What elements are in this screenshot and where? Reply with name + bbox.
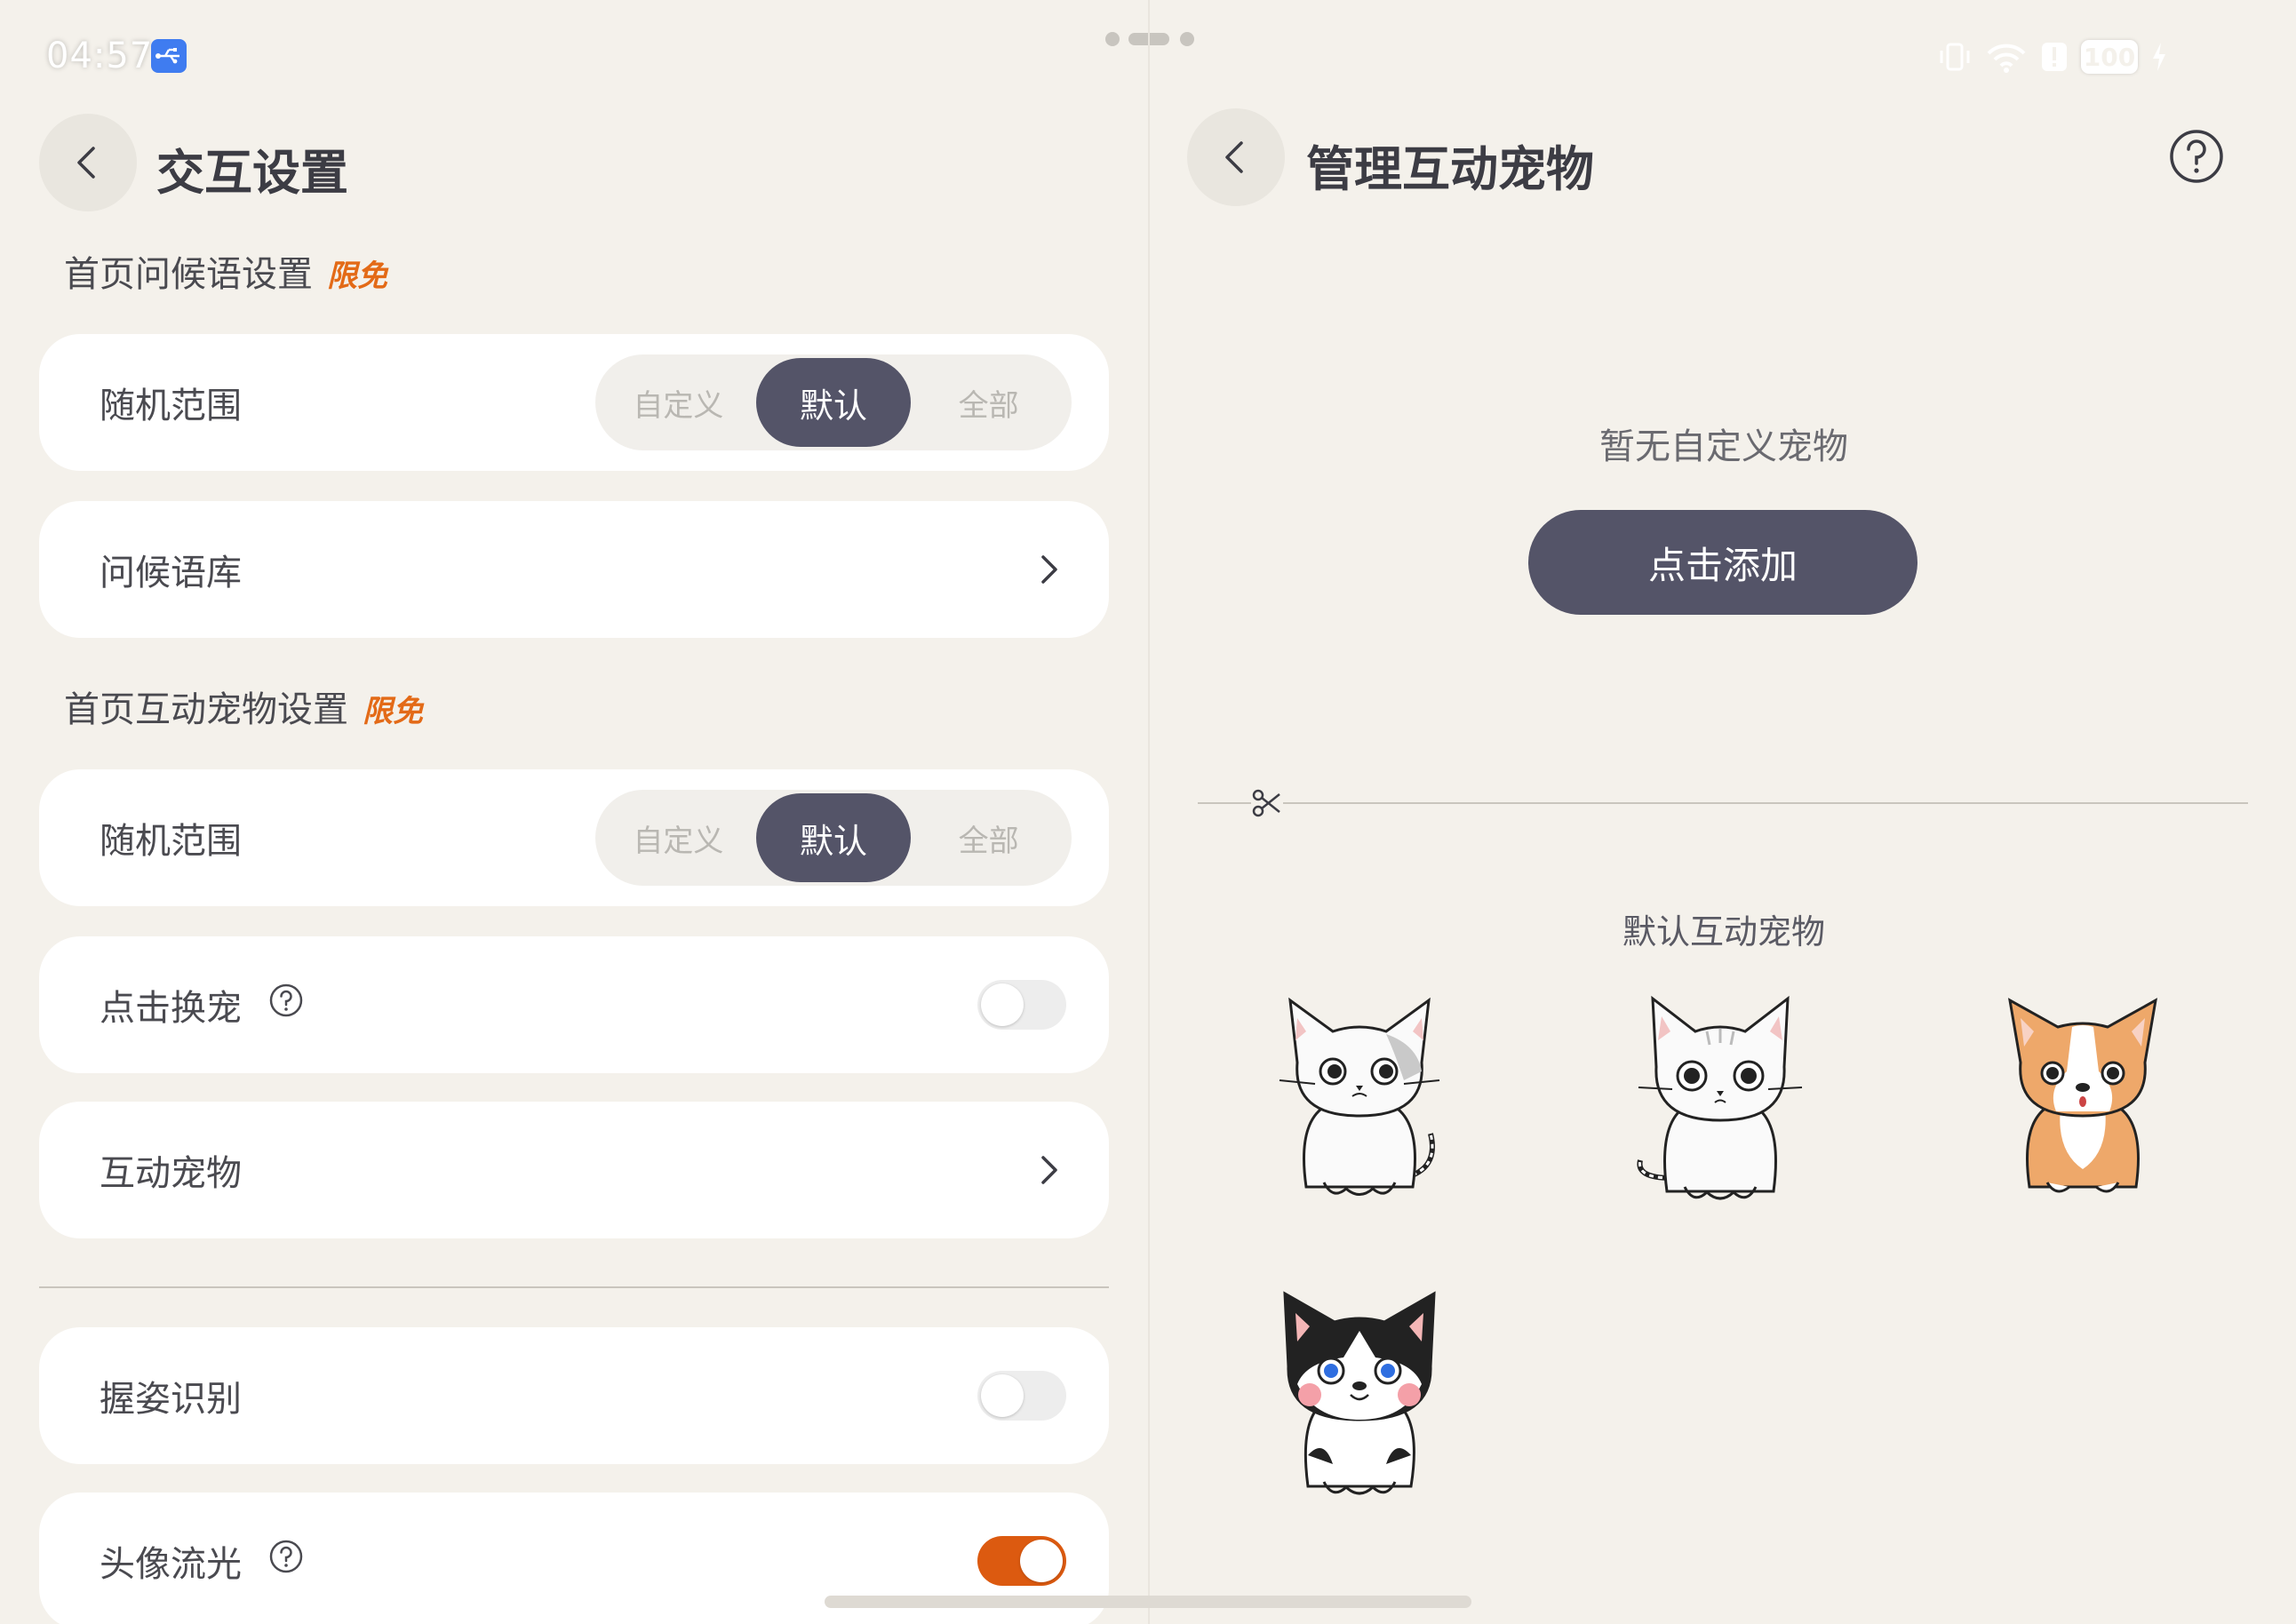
battery-indicator: 100 <box>2081 40 2138 74</box>
toggle-knob <box>981 1374 1024 1417</box>
pet-tabby-cat[interactable] <box>1271 991 1448 1222</box>
pet-section-title: 首页互动宠物设置 限免 <box>64 681 423 732</box>
white-cat-icon <box>1637 995 1803 1200</box>
husky-icon <box>1283 1291 1436 1495</box>
page-title: 管理互动宠物 <box>1306 141 1594 197</box>
greeting-library-label: 问候语库 <box>100 553 242 593</box>
empty-state-text: 暂无自定义宠物 <box>1599 426 1848 467</box>
toggle-knob <box>981 983 1024 1026</box>
charging-icon <box>2150 41 2168 73</box>
greeting-section-title: 首页问候语设置 限免 <box>64 245 387 297</box>
grip-recognition-toggle[interactable] <box>977 1371 1066 1421</box>
pet-corgi[interactable] <box>1994 991 2172 1222</box>
help-icon[interactable] <box>268 1539 304 1583</box>
multiwindow-handle[interactable] <box>1104 30 1196 48</box>
add-pet-button[interactable]: 点击添加 <box>1528 510 1917 615</box>
back-button[interactable] <box>1187 108 1285 206</box>
corgi-icon <box>2007 998 2158 1193</box>
chevron-right-icon <box>1031 552 1066 587</box>
pet-random-range-card: 随机范围 自定义 默认 全部 <box>39 769 1109 906</box>
help-icon[interactable] <box>2168 128 2225 185</box>
pet-white-cat[interactable] <box>1631 991 1809 1222</box>
greeting-range-segmented: 自定义 默认 全部 <box>595 354 1072 450</box>
avatar-glow-toggle[interactable] <box>977 1536 1066 1586</box>
grip-recognition-label: 握姿识别 <box>100 1379 242 1420</box>
home-indicator[interactable] <box>825 1596 1471 1608</box>
segment-all[interactable]: 全部 <box>911 793 1066 882</box>
chevron-right-icon <box>1031 1152 1066 1188</box>
greeting-random-range-card: 随机范围 自定义 默认 全部 <box>39 334 1109 471</box>
interactive-pets-row[interactable]: 互动宠物 <box>39 1102 1109 1238</box>
grip-recognition-row: 握姿识别 <box>39 1327 1109 1464</box>
default-pets-title: 默认互动宠物 <box>1622 912 1825 951</box>
pet-range-segmented: 自定义 默认 全部 <box>595 790 1072 886</box>
pet-husky[interactable] <box>1271 1286 1448 1517</box>
chevron-left-icon <box>1225 141 1243 173</box>
usb-icon <box>151 39 187 73</box>
status-icons: 100 <box>1937 37 2168 76</box>
segment-custom[interactable]: 自定义 <box>601 358 756 447</box>
segment-custom[interactable]: 自定义 <box>601 793 756 882</box>
tap-switch-pet-label: 点击换宠 <box>100 988 242 1029</box>
help-icon[interactable] <box>268 983 304 1027</box>
random-range-label: 随机范围 <box>100 821 242 862</box>
interactive-pets-label: 互动宠物 <box>100 1153 242 1194</box>
section-title-text: 首页互动宠物设置 <box>64 689 348 730</box>
free-tag: 限免 <box>363 694 423 729</box>
segment-default[interactable]: 默认 <box>755 358 912 447</box>
scissors-icon <box>1251 787 1283 819</box>
tap-switch-pet-label-group: 点击换宠 <box>100 979 304 1031</box>
section-title-text: 首页问候语设置 <box>64 254 313 295</box>
segment-default[interactable]: 默认 <box>755 793 912 882</box>
pane-divider[interactable] <box>1148 0 1150 1624</box>
tap-switch-pet-row: 点击换宠 <box>39 936 1109 1073</box>
section-divider <box>39 1286 1109 1288</box>
chevron-left-icon <box>77 147 95 179</box>
segment-all[interactable]: 全部 <box>911 358 1066 447</box>
free-tag: 限免 <box>327 259 387 294</box>
status-time: 04:57 <box>46 36 154 76</box>
tap-switch-pet-toggle[interactable] <box>977 980 1066 1030</box>
alert-icon <box>2040 39 2069 75</box>
tabby-cat-icon <box>1279 997 1440 1196</box>
page-title: 交互设置 <box>156 145 348 201</box>
toggle-knob <box>1020 1540 1063 1582</box>
wifi-icon <box>1985 39 2028 75</box>
cut-line-divider <box>1198 802 2248 804</box>
avatar-glow-label-group: 头像流光 <box>100 1535 304 1587</box>
back-button[interactable] <box>39 114 137 211</box>
avatar-glow-label: 头像流光 <box>100 1544 242 1585</box>
random-range-label: 随机范围 <box>100 386 242 426</box>
greeting-library-row[interactable]: 问候语库 <box>39 501 1109 638</box>
vibrate-icon <box>1937 39 1973 75</box>
